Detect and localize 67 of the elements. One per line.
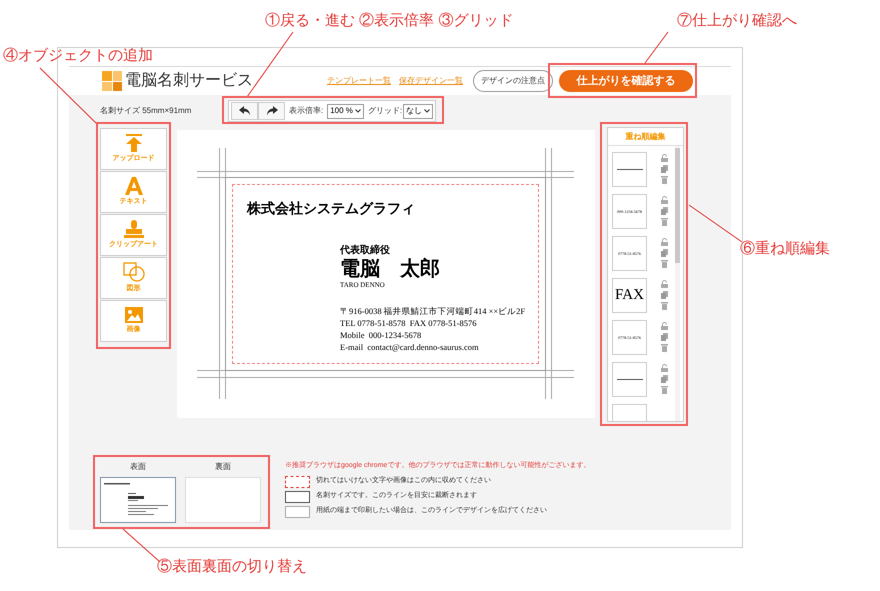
zoom-label: 表示倍率: — [289, 105, 324, 117]
logo-text: 電脳名刺サービス — [125, 70, 253, 91]
copy-icon[interactable] — [661, 207, 668, 215]
copy-icon[interactable] — [661, 291, 668, 299]
logo-icon — [102, 71, 122, 91]
leader-line — [40, 68, 98, 126]
trash-icon[interactable] — [661, 344, 668, 352]
chevron-down-icon — [354, 108, 361, 113]
trash-icon[interactable] — [661, 386, 668, 394]
leader-line — [644, 32, 668, 64]
safe-area-swatch — [285, 476, 310, 488]
design-notes-button[interactable]: デザインの注意点 — [473, 70, 553, 92]
layers-title: 重ね順編集 — [608, 128, 683, 146]
lock-icon[interactable] — [661, 322, 668, 330]
job-title: 代表取締役 — [340, 243, 391, 258]
lock-icon[interactable] — [661, 364, 668, 372]
image-icon — [124, 306, 142, 323]
card-preview-drawing — [104, 483, 170, 515]
letter-icon — [124, 176, 142, 195]
contact-line: E-mail contact@card.denno-saurus.com — [340, 340, 480, 352]
redo-icon — [266, 106, 278, 116]
undo-icon — [238, 106, 250, 116]
person-name: 電脳 太郎 — [340, 258, 441, 280]
copy-icon[interactable] — [661, 375, 668, 383]
contact-line: Mobile 000-1234-5678 — [340, 328, 422, 340]
trash-icon[interactable] — [661, 302, 668, 310]
undo-button[interactable] — [231, 102, 258, 120]
zoom-select[interactable]: 100 % — [327, 104, 364, 118]
upload-icon — [124, 134, 142, 152]
redo-button[interactable] — [258, 102, 285, 120]
trash-icon[interactable] — [661, 176, 668, 184]
side-label: 裏面 — [215, 461, 231, 473]
stamp-icon — [124, 220, 144, 238]
annotation-label: ⑥重ね順編集 — [740, 239, 830, 259]
annotation-label: ④オブジェクトの追加 — [3, 46, 153, 66]
leader-line — [688, 204, 742, 242]
trim-line-swatch — [285, 490, 310, 502]
lock-icon[interactable] — [661, 238, 668, 246]
annotation-label: ①戻る・進む ②表示倍率 ③グリッド — [265, 11, 514, 31]
chevron-down-icon — [424, 108, 430, 113]
copy-icon[interactable] — [661, 249, 668, 257]
card-size-label: 名刺サイズ 55mm×91mm — [100, 105, 192, 117]
back-side-thumbnail[interactable] — [185, 477, 261, 523]
layer-thumbnail[interactable] — [612, 152, 647, 187]
annotation-label: ⑦仕上がり確認へ — [677, 11, 797, 31]
trash-icon[interactable] — [661, 218, 668, 226]
company-name: 株式会社システムグラフィ — [247, 200, 415, 219]
contact-line: 〒916-0038 福井県鯖江市下河端町414 ××ビル2F — [340, 304, 526, 316]
copy-icon[interactable] — [661, 333, 668, 341]
side-label: 表面 — [130, 461, 146, 473]
shapes-icon — [122, 262, 144, 282]
grid-select[interactable]: なし — [403, 104, 434, 118]
lock-icon[interactable] — [661, 154, 668, 162]
layer-thumbnail[interactable] — [612, 362, 647, 397]
contact-line: TEL 0778-51-8578 FAX 0778-51-8576 — [340, 316, 478, 328]
annotation-label: ⑤表面裏面の切り替え — [157, 557, 307, 577]
trash-icon[interactable] — [661, 260, 668, 268]
front-side-thumbnail[interactable] — [100, 477, 176, 523]
lock-icon[interactable] — [661, 280, 668, 288]
lock-icon[interactable] — [661, 196, 668, 204]
side-tab[interactable]: 表面 — [100, 461, 176, 523]
scrollbar[interactable] — [675, 146, 680, 421]
grid-label: グリッド: — [368, 105, 402, 117]
copy-icon[interactable] — [661, 165, 668, 173]
layer-thumbnail[interactable]: FAX — [612, 278, 647, 313]
bleed-line-swatch — [285, 506, 310, 518]
side-tab[interactable]: 裏面 — [185, 461, 261, 523]
